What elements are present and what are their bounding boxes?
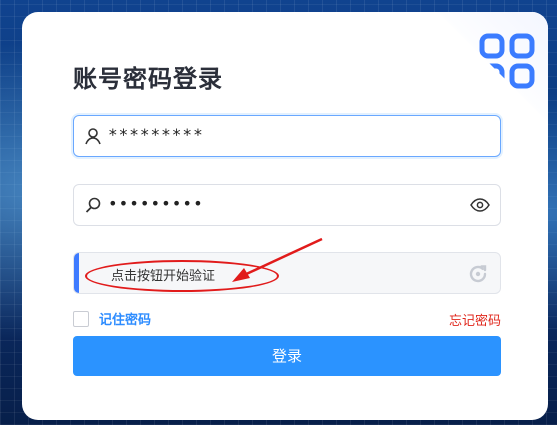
password-value: ••••••••• xyxy=(108,194,204,213)
page-title: 账号密码登录 xyxy=(73,65,223,93)
remember-checkbox[interactable] xyxy=(73,310,89,327)
qrcode-icon xyxy=(479,33,535,89)
user-icon xyxy=(85,128,101,145)
annotation-arrow xyxy=(232,237,323,282)
login-button[interactable]: 登录 xyxy=(73,336,501,376)
eye-icon[interactable] xyxy=(470,197,490,213)
captcha-accent-bar xyxy=(74,253,79,293)
remember-label[interactable]: 记住密码 xyxy=(99,309,151,328)
password-field[interactable]: ••••••••• xyxy=(73,184,501,226)
forgot-password-link[interactable]: 忘记密码 xyxy=(449,310,501,329)
login-card: 账号密码登录 ********* ••••••••• 点击按钮开始验证 记住密码… xyxy=(22,12,548,420)
remember-password[interactable]: 记住密码 xyxy=(73,309,151,328)
refresh-icon[interactable] xyxy=(466,262,490,286)
search-icon xyxy=(85,197,101,213)
username-value: ********* xyxy=(108,125,204,144)
username-field[interactable]: ********* xyxy=(73,115,501,157)
qr-login-toggle[interactable] xyxy=(438,12,548,122)
